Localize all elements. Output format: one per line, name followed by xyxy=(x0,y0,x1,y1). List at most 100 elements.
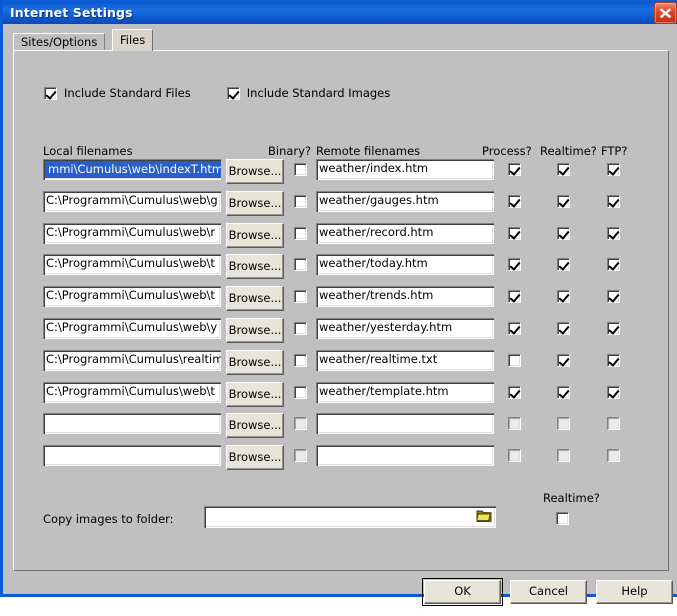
table-row: C:\Programmi\Cumulus\web\t Browse... weath… xyxy=(14,382,670,407)
realtime-checkbox[interactable] xyxy=(557,354,570,367)
realtime-checkbox[interactable] xyxy=(557,258,570,271)
realtime-checkbox[interactable] xyxy=(557,449,570,462)
binary-checkbox[interactable] xyxy=(294,163,307,176)
include-standard-images-label: Include Standard Images xyxy=(246,86,391,100)
include-standard-images-row: Include Standard Images xyxy=(226,86,391,100)
binary-checkbox[interactable] xyxy=(294,322,307,335)
ftp-checkbox[interactable] xyxy=(607,227,620,240)
binary-checkbox[interactable] xyxy=(294,386,307,399)
process-checkbox[interactable] xyxy=(508,354,521,367)
realtime-checkbox[interactable] xyxy=(557,227,570,240)
browse-button[interactable]: Browse... xyxy=(226,223,284,248)
ftp-checkbox[interactable] xyxy=(607,354,620,367)
ftp-checkbox[interactable] xyxy=(607,417,620,430)
remote-filename-input[interactable]: weather/today.htm xyxy=(316,254,494,275)
browse-button[interactable]: Browse... xyxy=(226,413,284,438)
ftp-checkbox[interactable] xyxy=(607,195,620,208)
process-checkbox[interactable] xyxy=(508,258,521,271)
local-filename-input[interactable] xyxy=(43,413,221,434)
help-button[interactable]: Help xyxy=(596,580,673,604)
realtime-checkbox[interactable] xyxy=(557,290,570,303)
table-row: mmi\Cumulus\web\indexT.htm Browse... weath… xyxy=(14,159,670,184)
process-checkbox[interactable] xyxy=(508,417,521,430)
local-filename-input[interactable]: mmi\Cumulus\web\indexT.htm xyxy=(43,159,221,180)
table-row: Browse... xyxy=(14,413,670,438)
browse-button[interactable]: Browse... xyxy=(226,286,284,311)
copy-images-realtime-label: Realtime? xyxy=(543,491,600,505)
binary-checkbox[interactable] xyxy=(294,258,307,271)
internet-settings-window: Internet Settings Sites/Options Files In… xyxy=(0,0,677,606)
remote-filename-input[interactable]: weather/gauges.htm xyxy=(316,191,494,212)
local-filename-input[interactable]: C:\Programmi\Cumulus\web\y xyxy=(43,318,221,339)
window-title: Internet Settings xyxy=(10,4,133,20)
include-standard-files-row: Include Standard Files xyxy=(44,86,191,100)
dialog-client-area: Sites/Options Files Include Standard Fil… xyxy=(6,24,677,606)
binary-checkbox[interactable] xyxy=(294,417,307,430)
remote-filename-input[interactable] xyxy=(316,413,494,434)
close-icon[interactable] xyxy=(654,2,677,24)
realtime-checkbox[interactable] xyxy=(557,322,570,335)
binary-checkbox[interactable] xyxy=(294,290,307,303)
process-checkbox[interactable] xyxy=(508,290,521,303)
remote-filename-input[interactable] xyxy=(316,445,494,466)
include-standard-images-checkbox[interactable] xyxy=(226,86,240,100)
table-row: C:\Programmi\Cumulus\web\r Browse... weath… xyxy=(14,223,670,248)
local-filename-input[interactable]: C:\Programmi\Cumulus\web\t xyxy=(43,382,221,403)
dialog-button-bar: OK Cancel Help xyxy=(6,576,677,616)
local-filename-input[interactable]: C:\Programmi\Cumulus\web\r xyxy=(43,223,221,244)
process-checkbox[interactable] xyxy=(508,227,521,240)
ftp-checkbox[interactable] xyxy=(607,449,620,462)
binary-checkbox[interactable] xyxy=(294,449,307,462)
binary-checkbox[interactable] xyxy=(294,195,307,208)
ftp-checkbox[interactable] xyxy=(607,386,620,399)
ok-button[interactable]: OK xyxy=(422,578,503,606)
ftp-checkbox[interactable] xyxy=(607,290,620,303)
browse-button[interactable]: Browse... xyxy=(226,254,284,279)
ftp-checkbox[interactable] xyxy=(607,322,620,335)
local-filename-input[interactable] xyxy=(43,445,221,466)
local-filename-input[interactable]: C:\Programmi\Cumulus\web\g xyxy=(43,191,221,212)
browse-button[interactable]: Browse... xyxy=(226,191,284,216)
column-header-realtime: Realtime? xyxy=(540,144,597,158)
files-tab-panel: Include Standard Files Include Standard … xyxy=(13,50,669,571)
local-filename-input[interactable]: C:\Programmi\Cumulus\web\t xyxy=(43,254,221,275)
tab-sites-options[interactable]: Sites/Options xyxy=(13,33,106,51)
remote-filename-input[interactable]: weather/index.htm xyxy=(316,159,494,180)
include-standard-files-checkbox[interactable] xyxy=(44,86,57,100)
folder-icon[interactable] xyxy=(476,509,492,523)
browse-button[interactable]: Browse... xyxy=(226,318,284,343)
include-standard-files-label: Include Standard Files xyxy=(64,86,191,100)
process-checkbox[interactable] xyxy=(508,386,521,399)
binary-checkbox[interactable] xyxy=(294,354,307,367)
process-checkbox[interactable] xyxy=(508,163,521,176)
process-checkbox[interactable] xyxy=(508,322,521,335)
browse-button[interactable]: Browse... xyxy=(226,350,284,375)
remote-filename-input[interactable]: weather/trends.htm xyxy=(316,286,494,307)
process-checkbox[interactable] xyxy=(508,195,521,208)
copy-images-realtime-checkbox[interactable] xyxy=(556,512,569,525)
tab-files[interactable]: Files xyxy=(112,29,154,51)
column-header-binary: Binary? xyxy=(268,144,312,158)
realtime-checkbox[interactable] xyxy=(557,386,570,399)
ftp-checkbox[interactable] xyxy=(607,258,620,271)
ftp-checkbox[interactable] xyxy=(607,163,620,176)
realtime-checkbox[interactable] xyxy=(557,195,570,208)
tab-strip: Sites/Options Files xyxy=(13,29,669,51)
local-filename-input[interactable]: C:\Programmi\Cumulus\web\t xyxy=(43,286,221,307)
remote-filename-input[interactable]: weather/realtime.txt xyxy=(316,350,494,371)
column-header-local: Local filenames xyxy=(43,144,133,158)
local-filename-input[interactable]: C:\Programmi\Cumulus\realtim xyxy=(43,350,221,371)
browse-button[interactable]: Browse... xyxy=(226,382,284,407)
remote-filename-input[interactable]: weather/template.htm xyxy=(316,382,494,403)
browse-button[interactable]: Browse... xyxy=(226,445,284,470)
browse-button[interactable]: Browse... xyxy=(226,159,284,184)
remote-filename-input[interactable]: weather/record.htm xyxy=(316,223,494,244)
process-checkbox[interactable] xyxy=(508,449,521,462)
binary-checkbox[interactable] xyxy=(294,227,307,240)
copy-images-input[interactable] xyxy=(204,506,496,528)
cancel-button[interactable]: Cancel xyxy=(510,580,587,604)
realtime-checkbox[interactable] xyxy=(557,417,570,430)
table-row: C:\Programmi\Cumulus\web\t Browse... weath… xyxy=(14,254,670,279)
remote-filename-input[interactable]: weather/yesterday.htm xyxy=(316,318,494,339)
realtime-checkbox[interactable] xyxy=(557,163,570,176)
